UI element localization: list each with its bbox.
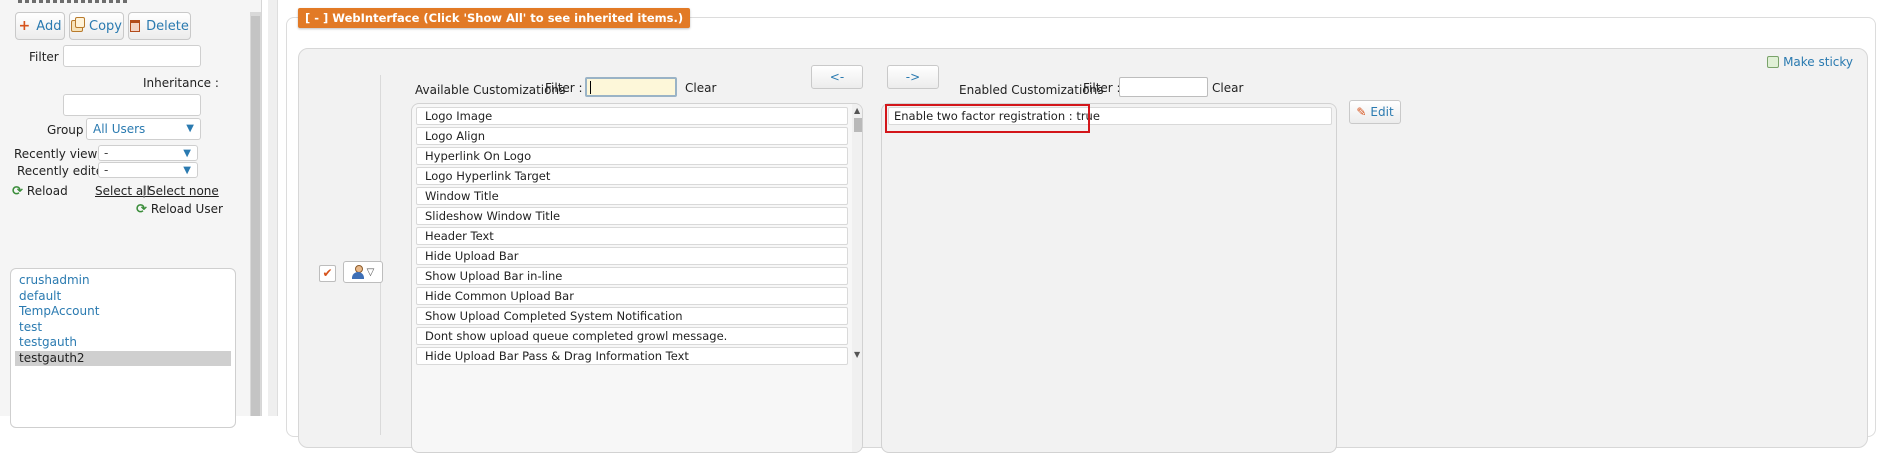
list-item[interactable]: Logo Align [416,127,848,145]
available-filter-label: Filter : [545,81,583,95]
list-item[interactable]: TempAccount [15,304,231,320]
customizations-panel: Make sticky ✔ ▽ Available Customizations… [298,48,1868,453]
enabled-filter-label: Filter : [1083,81,1121,95]
enabled-filter-input[interactable] [1119,77,1208,97]
scroll-up-icon[interactable]: ▲ [854,106,860,115]
pencil-icon: ✎ [1356,105,1367,119]
scroll-down-icon[interactable]: ▼ [854,350,860,359]
copy-button[interactable]: Copy [69,12,124,40]
add-button[interactable]: + Add [15,12,65,40]
list-item[interactable]: crushadmin [15,273,231,289]
section-toggle[interactable]: [ - ] WebInterface (Click 'Show All' to … [298,8,691,28]
user-list[interactable]: crushadmin default TempAccount test test… [10,268,236,428]
enabled-customizations-label: Enabled Customizations [959,83,1104,97]
list-item[interactable]: Hyperlink On Logo [416,147,848,165]
move-right-button[interactable]: -> [887,65,939,89]
user-icon [351,265,364,279]
enabled-checkbox[interactable]: ✔ [319,265,336,282]
enabled-clear-link[interactable]: Clear [1212,81,1243,95]
list-item[interactable]: Hide Upload Bar [416,247,848,265]
available-list-scrollbar[interactable]: ▲ ▼ [852,104,862,452]
reload-user-link[interactable]: ⟳ Reload User [136,202,223,217]
reload-icon: ⟳ [12,184,23,199]
chevron-down-icon: ▼ [186,123,194,134]
triangle-down-icon: ▽ [366,266,375,278]
inheritance-label: Inheritance : [143,76,219,90]
group-select[interactable]: All Users ▼ [86,118,201,140]
available-filter-input[interactable] [585,77,677,97]
splitter[interactable] [268,0,278,416]
reload-icon: ⟳ [136,202,147,217]
user-sidebar: + Add Copy Delete Filter : Inheritance :… [0,0,262,428]
move-left-button[interactable]: <- [811,65,863,89]
user-filter-input[interactable] [63,45,201,67]
plus-icon: + [18,18,31,34]
list-item[interactable]: Header Text [416,227,848,245]
list-item[interactable]: Show Upload Bar in-line [416,267,848,285]
select-none-link[interactable]: Select none [148,184,219,198]
list-item[interactable]: testgauth [15,335,231,351]
make-sticky-link[interactable]: Make sticky [1767,55,1853,69]
filter-label: Filter : [29,50,67,64]
list-item[interactable]: Logo Image [416,107,848,125]
enabled-list[interactable]: Enable two factor registration : true [881,103,1337,453]
list-item[interactable]: Show Upload Completed System Notificatio… [416,307,848,325]
user-picker-button[interactable]: ▽ [343,261,383,283]
chevron-down-icon: ▼ [183,165,191,176]
chevron-down-icon: ▼ [183,148,191,159]
available-list[interactable]: Logo Image Logo Align Hyperlink On Logo … [411,103,863,453]
recently-edited-select[interactable]: - ▼ [98,162,198,178]
list-item-selected[interactable]: testgauth2 [15,350,231,366]
highlight-box [885,104,1090,133]
list-item[interactable]: test [15,320,231,336]
sidebar-scrollbar[interactable] [250,12,261,416]
row-controls: ✔ ▽ [309,75,383,435]
list-item[interactable]: default [15,289,231,305]
main-panel: Make sticky ✔ ▽ Available Customizations… [262,0,1885,453]
recently-viewed-select[interactable]: - ▼ [98,145,198,161]
available-customizations-label: Available Customizations [415,83,566,97]
list-item[interactable]: Enable two factor registration : true [885,104,1332,133]
list-item[interactable]: Slideshow Window Title [416,207,848,225]
pin-icon [1767,56,1780,68]
list-item[interactable]: Hide Upload Bar Pass & Drag Information … [416,347,848,365]
inheritance-input[interactable] [63,94,201,116]
group-label: Group : [47,123,92,137]
trash-icon [130,20,141,32]
reload-link[interactable]: ⟳ Reload [12,184,68,199]
copy-icon [71,17,85,32]
list-item[interactable]: Hide Common Upload Bar [416,287,848,305]
list-item[interactable]: Logo Hyperlink Target [416,167,848,185]
available-clear-link[interactable]: Clear [685,81,716,95]
list-item[interactable]: Dont show upload queue completed growl m… [416,327,848,345]
cut-off-header [0,0,250,7]
delete-button[interactable]: Delete [128,12,191,40]
edit-button[interactable]: ✎ Edit [1349,100,1401,124]
list-item[interactable]: Window Title [416,187,848,205]
link-separator: | [142,184,147,198]
